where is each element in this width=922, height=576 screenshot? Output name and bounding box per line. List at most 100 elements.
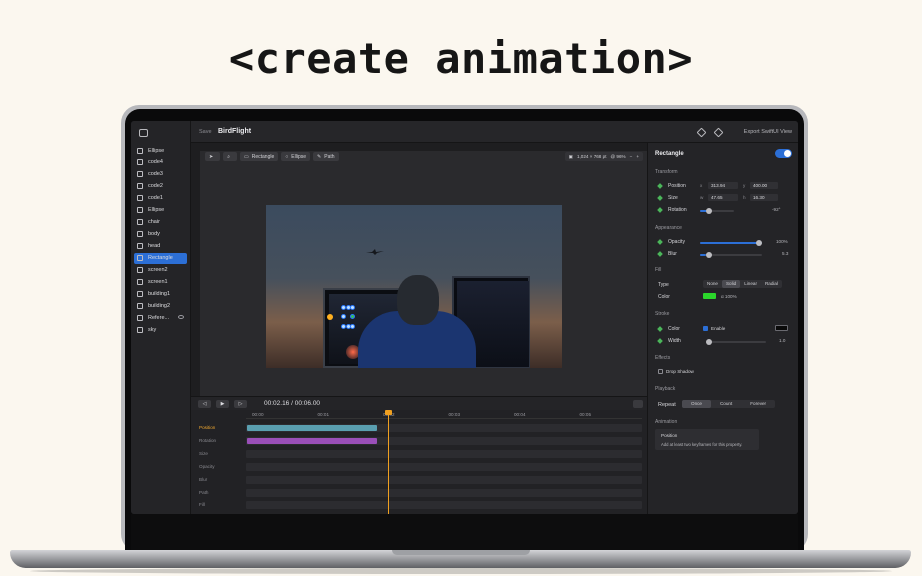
bird-shape[interactable]	[366, 249, 384, 255]
layer-item[interactable]: code1	[134, 193, 187, 204]
anchor-point[interactable]	[327, 314, 333, 320]
time-separator: /	[291, 400, 293, 407]
track-lane[interactable]	[246, 475, 642, 484]
track-label[interactable]: Rotation	[199, 438, 216, 443]
track-label[interactable]: Size	[199, 451, 208, 456]
layers-icon[interactable]	[696, 127, 707, 138]
cube-icon[interactable]	[713, 127, 724, 138]
timeline-ruler[interactable]: 00:0000:0100:0200:0300:0400:05	[246, 410, 642, 419]
track-label[interactable]: Opacity	[199, 464, 215, 469]
layer-item[interactable]: screen2	[134, 265, 187, 276]
head-shape[interactable]	[397, 275, 439, 325]
layer-item[interactable]: code2	[134, 181, 187, 192]
layer-label: code2	[148, 183, 163, 190]
stroke-color-keyframe-icon[interactable]	[657, 326, 663, 332]
blur-slider[interactable]	[700, 252, 762, 258]
layer-item[interactable]: screen1	[134, 276, 187, 287]
zoom-in-icon[interactable]: +	[636, 154, 639, 159]
layer-item[interactable]: code4	[134, 157, 187, 168]
artboard[interactable]	[266, 205, 562, 368]
segment-option[interactable]: None	[703, 280, 722, 288]
stroke-color-swatch[interactable]	[775, 325, 788, 331]
repeat-segmented[interactable]: Once Count Forever	[682, 400, 776, 408]
stroke-width-label: Width	[668, 338, 681, 344]
canvas[interactable]: ➤ ⌕ ▭ Rectangle ○ Ellipse ✎ Path ▣ 1,024 × …	[200, 151, 647, 396]
position-x-field[interactable]: 313.94	[708, 182, 738, 189]
layer-label: Ellipse	[148, 147, 165, 154]
layer-item[interactable]: Rectangle	[134, 252, 187, 264]
rotation-keyframe-icon[interactable]	[657, 207, 663, 213]
select-tool[interactable]: ➤	[205, 152, 221, 161]
segment-option[interactable]: Linear	[740, 280, 761, 288]
position-keyframe-icon[interactable]	[657, 183, 663, 189]
layer-item[interactable]: Ellipse	[134, 205, 187, 216]
path-tool[interactable]: ✎ Path	[313, 152, 339, 161]
stroke-color-label: Color	[668, 326, 680, 332]
zoom-out-icon[interactable]: −	[630, 154, 633, 159]
blur-keyframe-icon[interactable]	[657, 251, 663, 257]
track-lane[interactable]	[246, 501, 642, 510]
trash-icon[interactable]	[633, 400, 643, 408]
track-lane[interactable]	[246, 449, 642, 458]
export-swiftui-button[interactable]: Export SwiftUI View	[744, 129, 792, 135]
layer-label: building1	[148, 290, 171, 297]
play-button[interactable]: ▶	[216, 400, 229, 408]
eye-icon[interactable]	[178, 315, 184, 320]
track-label[interactable]: Path	[199, 490, 208, 495]
track-label[interactable]: Position	[199, 425, 215, 430]
layer-item[interactable]: Ellipse	[134, 145, 187, 156]
layer-item[interactable]: building1	[134, 288, 187, 299]
save-button[interactable]: Save	[199, 129, 212, 135]
blur-label: Blur	[668, 251, 677, 257]
ellipse-tool[interactable]: ○ Ellipse	[281, 152, 311, 161]
sidebar-toggle-icon[interactable]	[139, 129, 148, 137]
rewind-button[interactable]: ◁	[198, 400, 211, 408]
selection-handles[interactable]	[341, 305, 355, 329]
segment-option[interactable]: Radial	[761, 280, 782, 288]
segment-option[interactable]: Solid	[721, 280, 741, 288]
visibility-toggle[interactable]	[775, 149, 792, 158]
drop-shadow-checkbox[interactable]	[658, 369, 663, 374]
fill-color-swatch[interactable]	[703, 293, 716, 299]
track-lane[interactable]	[246, 462, 642, 471]
stroke-width-keyframe-icon[interactable]	[657, 338, 663, 344]
keyframe-bar[interactable]	[247, 437, 377, 444]
keyboard-reflection	[131, 514, 798, 552]
keyframe-bar[interactable]	[247, 425, 377, 431]
size-h-field[interactable]: 16.30	[750, 194, 778, 201]
track-lane[interactable]	[246, 488, 642, 497]
layer-item[interactable]: code3	[134, 169, 187, 180]
track-lane[interactable]	[246, 424, 642, 432]
size-keyframe-icon[interactable]	[657, 195, 663, 201]
rectangle-tool[interactable]: ▭ Rectangle	[240, 152, 279, 161]
layer-label: Rectangle	[148, 255, 173, 262]
track-lane[interactable]	[246, 436, 642, 445]
opacity-slider[interactable]	[700, 240, 762, 246]
layer-item[interactable]: building2	[134, 300, 187, 311]
ruler-tick: 00:01	[317, 412, 330, 417]
size-w-field[interactable]: 47.65	[708, 194, 738, 201]
zoom-tool[interactable]: ⌕	[223, 152, 238, 161]
layer-item[interactable]: chair	[134, 217, 187, 228]
layer-item[interactable]: head	[134, 241, 187, 252]
position-y-field[interactable]: 400.00	[750, 182, 778, 189]
layer-item[interactable]: Refere...	[134, 312, 187, 323]
step-forward-button[interactable]: ▷	[234, 400, 247, 408]
segment-option[interactable]: Once	[682, 400, 711, 408]
playhead[interactable]	[388, 410, 389, 514]
document-name[interactable]: BirdFlight	[218, 128, 251, 135]
opacity-keyframe-icon[interactable]	[657, 239, 663, 245]
fill-type-segmented[interactable]: None Solid Linear Radial	[703, 280, 783, 288]
segment-option[interactable]: Forever	[741, 400, 775, 408]
timeline[interactable]: 00:0000:0100:0200:0300:0400:05 Position R…	[191, 410, 647, 514]
track-label[interactable]: Fill	[199, 502, 205, 507]
layer-item[interactable]: body	[134, 229, 187, 240]
playhead-handle[interactable]	[385, 410, 392, 415]
stroke-enable-checkbox[interactable]	[703, 326, 708, 331]
playback-time: 00:02.16 / 00:06.00	[264, 400, 320, 407]
layer-item[interactable]: sky	[134, 324, 187, 335]
segment-option[interactable]: Count	[711, 400, 741, 408]
stroke-width-slider[interactable]	[706, 339, 766, 345]
track-label[interactable]: Blur	[199, 477, 207, 482]
rotation-slider[interactable]	[700, 208, 734, 214]
